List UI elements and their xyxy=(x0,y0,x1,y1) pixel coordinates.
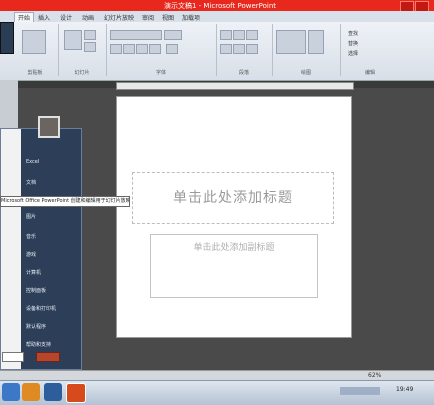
window-title: 演示文稿1 - Microsoft PowerPoint xyxy=(163,2,277,10)
bullets-icon[interactable] xyxy=(220,30,232,40)
group-editing: 查找 替换 选择 编辑 xyxy=(340,24,400,76)
start-item-control-panel[interactable]: 控制面板 xyxy=(26,287,46,294)
arrange-icon[interactable] xyxy=(308,30,324,54)
align-right-icon[interactable] xyxy=(246,44,258,54)
group-label: 字体 xyxy=(155,70,166,76)
taskbar xyxy=(0,380,434,405)
group-label: 幻灯片 xyxy=(74,70,90,76)
horizontal-ruler xyxy=(116,82,354,90)
group-paragraph: 段落 xyxy=(216,24,273,76)
paste-icon[interactable] xyxy=(22,30,46,54)
title-placeholder[interactable]: 单击此处添加标题 xyxy=(132,172,334,224)
font-size-select[interactable] xyxy=(164,30,182,40)
tray-icons[interactable] xyxy=(340,387,380,395)
group-label: 段落 xyxy=(238,70,249,76)
strikethrough-icon[interactable] xyxy=(149,44,161,54)
ribbon: 剪贴板 幻灯片 字体 段落 绘图 查找 替换 选择 编辑 xyxy=(0,22,434,81)
explorer-icon[interactable] xyxy=(22,383,40,401)
search-input[interactable] xyxy=(2,352,24,362)
tab-home[interactable]: 开始 xyxy=(14,12,35,22)
replace-button[interactable]: 替换 xyxy=(348,40,358,47)
start-item-help[interactable]: 帮助和支持 xyxy=(26,341,51,348)
start-item-pictures[interactable]: 图片 xyxy=(26,213,36,220)
indent-icon[interactable] xyxy=(246,30,258,40)
group-clipboard: 剪贴板 xyxy=(12,24,59,76)
title-bar: 演示文稿1 - Microsoft PowerPoint xyxy=(0,0,434,12)
tab-design[interactable]: 设计 xyxy=(60,13,72,22)
new-slide-icon[interactable] xyxy=(64,30,82,50)
start-item-default-programs[interactable]: 默认程序 xyxy=(26,323,46,330)
select-button[interactable]: 选择 xyxy=(348,50,358,57)
subtitle-placeholder-text: 单击此处添加副标题 xyxy=(193,243,275,253)
tab-animations[interactable]: 动画 xyxy=(82,13,94,22)
tab-insert[interactable]: 插入 xyxy=(38,13,50,22)
font-color-icon[interactable] xyxy=(166,44,178,54)
user-avatar xyxy=(38,116,60,138)
ie-icon[interactable] xyxy=(44,383,62,401)
start-item-documents[interactable]: 文档 xyxy=(26,179,36,186)
clock[interactable]: 19:49 xyxy=(396,386,413,393)
tab-view[interactable]: 视图 xyxy=(162,13,174,22)
subtitle-placeholder[interactable]: 单击此处添加副标题 xyxy=(150,234,318,298)
title-placeholder-text: 单击此处添加标题 xyxy=(173,190,293,206)
tooltip: Microsoft Office PowerPoint 创建和编辑用于幻灯片放映… xyxy=(0,196,130,207)
group-label: 绘图 xyxy=(300,70,311,76)
reset-icon[interactable] xyxy=(84,42,96,52)
font-name-select[interactable] xyxy=(110,30,162,40)
find-button[interactable]: 查找 xyxy=(348,30,358,37)
tab-review[interactable]: 审阅 xyxy=(142,13,154,22)
align-left-icon[interactable] xyxy=(220,44,232,54)
group-slides: 幻灯片 xyxy=(58,24,107,76)
shapes-icon[interactable] xyxy=(276,30,306,54)
italic-icon[interactable] xyxy=(123,44,135,54)
start-item-computer[interactable]: 计算机 xyxy=(26,269,41,276)
tab-addins[interactable]: 加载项 xyxy=(182,13,200,22)
numbering-icon[interactable] xyxy=(233,30,245,40)
shutdown-button[interactable] xyxy=(36,352,60,362)
start-item-excel[interactable]: Excel xyxy=(26,159,39,165)
start-item-devices[interactable]: 设备和打印机 xyxy=(26,305,56,312)
group-drawing: 绘图 xyxy=(272,24,341,76)
layout-icon[interactable] xyxy=(84,30,96,40)
bold-icon[interactable] xyxy=(110,44,122,54)
group-font: 字体 xyxy=(106,24,217,76)
start-orb-icon[interactable] xyxy=(2,383,20,401)
start-menu: Excel 文档 图片 音乐 游戏 计算机 控制面板 设备和打印机 默认程序 帮… xyxy=(0,128,82,370)
underline-icon[interactable] xyxy=(136,44,148,54)
office-button[interactable] xyxy=(0,22,14,54)
tab-slideshow[interactable]: 幻灯片放映 xyxy=(104,13,134,22)
start-item-games[interactable]: 游戏 xyxy=(26,251,36,258)
align-center-icon[interactable] xyxy=(233,44,245,54)
powerpoint-icon[interactable] xyxy=(66,383,86,403)
zoom-level[interactable]: 62% xyxy=(368,372,381,379)
group-label: 编辑 xyxy=(364,70,375,76)
ribbon-tabs: 开始 插入 设计 动画 幻灯片放映 审阅 视图 加载项 xyxy=(0,11,434,22)
group-label: 剪贴板 xyxy=(27,70,43,76)
start-item-music[interactable]: 音乐 xyxy=(26,233,36,240)
